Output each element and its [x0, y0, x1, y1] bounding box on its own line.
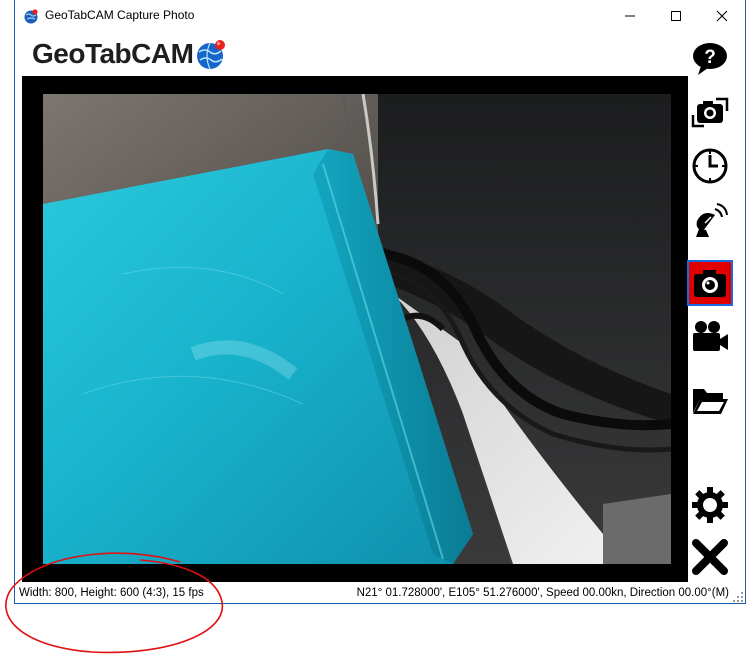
- camera-feed-image: [43, 94, 671, 564]
- close-icon: [716, 10, 728, 21]
- switch-camera-button[interactable]: [687, 89, 733, 135]
- minimize-button[interactable]: [607, 0, 653, 31]
- resize-grip-icon[interactable]: [733, 592, 743, 602]
- gear-icon: [692, 487, 728, 523]
- app-globe-icon: [24, 9, 38, 24]
- app-logo: GeoTabCAM: [32, 37, 227, 71]
- photo-capture-button[interactable]: [687, 260, 733, 306]
- maximize-icon: [671, 10, 681, 21]
- camera-icon: [694, 270, 726, 297]
- help-icon: ?: [693, 43, 727, 75]
- logo-globe-icon: [197, 40, 226, 70]
- exit-button[interactable]: [687, 534, 733, 580]
- logo-text: GeoTabCAM: [32, 38, 194, 69]
- close-x-icon: [692, 539, 728, 575]
- status-bar: Width: 800, Height: 600 (4:3), 15 fps N2…: [15, 585, 745, 603]
- minimize-icon: [625, 15, 635, 16]
- video-camera-icon: [693, 321, 728, 351]
- gps-button[interactable]: [687, 197, 733, 243]
- title-bar[interactable]: GeoTabCAM Capture Photo: [15, 0, 745, 31]
- help-button[interactable]: ?: [687, 35, 733, 81]
- satellite-dish-icon: [696, 203, 728, 237]
- gps-status: N21° 01.728000', E105° 51.276000', Speed…: [356, 587, 729, 599]
- timer-button[interactable]: [687, 143, 733, 189]
- settings-button[interactable]: [687, 482, 733, 528]
- folder-icon: [693, 389, 728, 414]
- resolution-status: Width: 800, Height: 600 (4:3), 15 fps: [19, 587, 204, 599]
- svg-text:?: ?: [704, 47, 716, 68]
- maximize-button[interactable]: [653, 0, 699, 31]
- app-window: GeoTabCAM Capture Photo GeoTabCAM ? Widt…: [14, 0, 746, 604]
- camera-preview: [22, 76, 688, 582]
- window-title: GeoTabCAM Capture Photo: [45, 8, 195, 22]
- video-record-button[interactable]: [687, 313, 733, 359]
- clock-icon: [692, 148, 728, 184]
- camera-switch-icon: [691, 97, 729, 128]
- open-folder-button[interactable]: [687, 377, 733, 423]
- close-button[interactable]: [699, 0, 745, 31]
